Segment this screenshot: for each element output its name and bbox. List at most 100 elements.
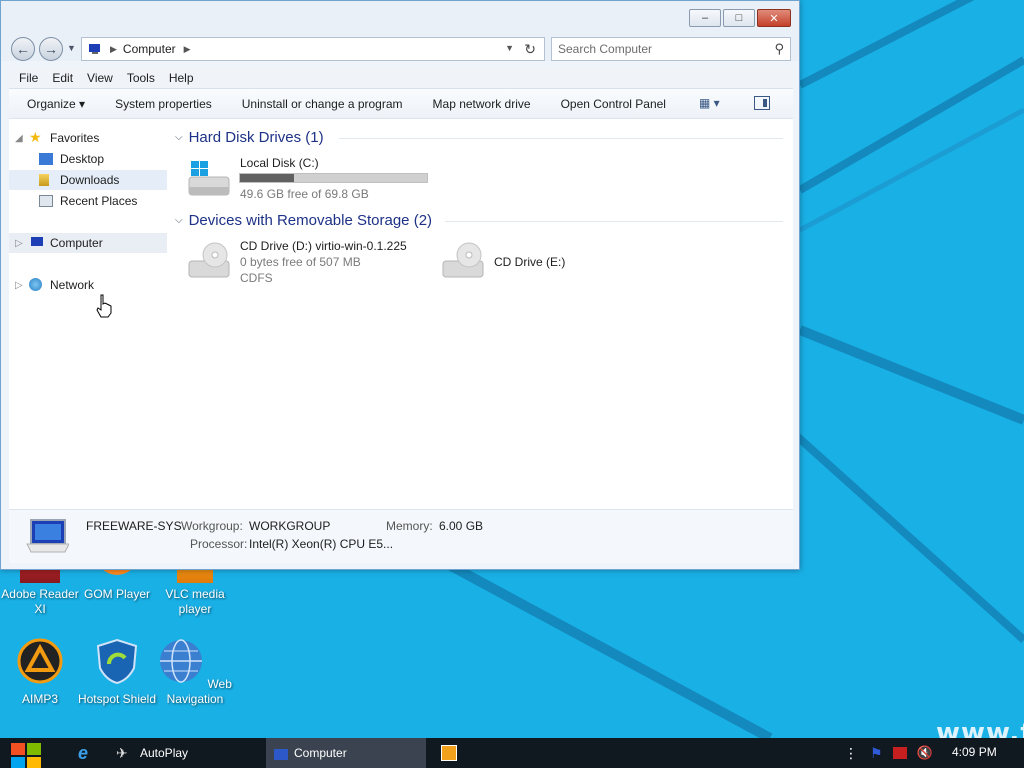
autoplay-icon: ✈ xyxy=(116,745,128,761)
breadcrumb-chevron-icon[interactable]: ▶ xyxy=(184,44,191,55)
drive-d-name: CD Drive (D:) virtio-win-0.1.225 xyxy=(240,239,407,253)
nav-item-network[interactable]: ▷ Network xyxy=(9,275,167,295)
drive-c-usage-bar xyxy=(239,173,428,183)
title-bar[interactable]: – □ ✕ xyxy=(1,1,799,33)
open-control-panel-button[interactable]: Open Control Panel xyxy=(561,97,666,111)
close-button[interactable]: ✕ xyxy=(757,9,791,27)
desktop-folder-icon xyxy=(39,153,53,165)
details-pane: FREEWARE-SYS Workgroup: WORKGROUP Memory… xyxy=(9,509,793,563)
downloads-folder-icon xyxy=(39,174,49,186)
taskbar-autoplay[interactable]: ✈ AutoPlay xyxy=(110,738,260,768)
minimize-button[interactable]: – xyxy=(689,9,721,27)
hand-cursor-icon xyxy=(96,294,112,318)
network-status-icon[interactable] xyxy=(892,747,907,759)
map-network-drive-button[interactable]: Map network drive xyxy=(433,97,531,111)
drive-c-usage-fill xyxy=(240,174,295,182)
back-button[interactable]: ← xyxy=(11,37,35,61)
menu-file[interactable]: File xyxy=(19,71,38,85)
change-view-icon[interactable]: ▦ ▾ xyxy=(699,96,720,110)
address-row: ← → ▼ ▶ Computer ▶ ▼ ↻ Search Computer ⚲ xyxy=(1,33,799,61)
search-icon[interactable]: ⚲ xyxy=(774,41,784,57)
nav-item-recent-places[interactable]: Recent Places xyxy=(9,191,167,211)
nav-item-desktop[interactable]: Desktop xyxy=(9,149,167,169)
forward-button[interactable]: → xyxy=(39,37,63,61)
taskbar-media-player[interactable] xyxy=(436,738,462,768)
desktop-icon-aimp[interactable]: AIMP3 xyxy=(0,638,80,707)
globe-icon xyxy=(160,639,203,683)
refresh-icon[interactable]: ↻ xyxy=(524,41,536,58)
workgroup-label: Workgroup: xyxy=(181,519,243,533)
menu-bar: File Edit View Tools Help xyxy=(9,67,793,89)
internet-explorer-icon: e xyxy=(77,742,88,763)
command-bar: Organize ▾ System properties Uninstall o… xyxy=(9,89,793,119)
group-header-hard-disk-drives[interactable]: ⌵ Hard Disk Drives (1) xyxy=(175,129,324,146)
volume-muted-icon[interactable]: 🔇 xyxy=(917,745,933,761)
star-icon: ★ xyxy=(29,129,42,145)
computer-icon xyxy=(89,44,100,54)
expand-arrow-icon[interactable]: ▷ xyxy=(15,280,23,291)
cd-drive-icon xyxy=(188,242,230,278)
address-dropdown-icon[interactable]: ▼ xyxy=(505,43,514,53)
explorer-window: – □ ✕ ← → ▼ ▶ Computer ▶ ▼ ↻ Search Comp… xyxy=(0,0,800,570)
group-header-removable-storage[interactable]: ⌵ Devices with Removable Storage (2) xyxy=(175,212,432,229)
menu-edit[interactable]: Edit xyxy=(52,71,73,85)
collapse-arrow-icon[interactable]: ◢ xyxy=(15,133,23,144)
content-area: ◢ ★ Favorites Desktop Downloads Recent P… xyxy=(9,119,793,509)
uninstall-program-button[interactable]: Uninstall or change a program xyxy=(242,97,403,111)
memory-label: Memory: xyxy=(386,519,433,533)
computer-name: FREEWARE-SYS xyxy=(86,519,182,533)
processor-label: Processor: xyxy=(190,537,248,551)
hotspot-shield-icon xyxy=(96,638,138,685)
drive-c-name: Local Disk (C:) xyxy=(240,156,319,170)
arrow-right-icon: → xyxy=(44,41,58,57)
computer-icon xyxy=(274,748,288,760)
network-icon xyxy=(29,278,42,291)
cd-drive-icon xyxy=(442,242,484,278)
taskbar-computer[interactable]: Computer xyxy=(266,738,426,768)
aimp-icon xyxy=(17,638,63,684)
system-properties-button[interactable]: System properties xyxy=(115,97,212,111)
drive-e-name: CD Drive (E:) xyxy=(494,255,566,269)
computer-icon xyxy=(31,237,43,246)
recent-places-icon xyxy=(39,195,53,207)
desktop-icon-web-navigation[interactable]: Web Navigation xyxy=(155,638,235,707)
overflow-icon[interactable]: ⋮ xyxy=(844,745,858,762)
menu-view[interactable]: View xyxy=(87,71,113,85)
organize-button[interactable]: Organize ▾ xyxy=(27,97,85,111)
address-bar[interactable]: ▶ Computer ▶ ▼ ↻ xyxy=(81,37,545,61)
computer-monitor-icon xyxy=(26,519,69,553)
preview-pane-icon[interactable] xyxy=(754,96,770,110)
recent-pages-dropdown[interactable]: ▼ xyxy=(67,43,76,53)
desktop-icon-hotspot-shield[interactable]: Hotspot Shield xyxy=(77,638,157,707)
navigation-pane: ◢ ★ Favorites Desktop Downloads Recent P… xyxy=(9,119,169,509)
drive-d-free: 0 bytes free of 507 MB xyxy=(240,255,361,269)
group-divider xyxy=(445,221,783,222)
taskbar-ie[interactable]: e xyxy=(66,738,100,768)
drive-d-filesystem: CDFS xyxy=(240,271,273,285)
menu-tools[interactable]: Tools xyxy=(127,71,155,85)
watermark: www.fr xyxy=(936,718,1024,738)
processor-value: Intel(R) Xeon(R) CPU E5... xyxy=(249,537,394,551)
search-input[interactable]: Search Computer ⚲ xyxy=(551,37,791,61)
breadcrumb-computer[interactable]: Computer xyxy=(123,42,176,56)
clock[interactable]: 4:09 PM xyxy=(952,745,997,759)
nav-item-downloads[interactable]: Downloads xyxy=(9,170,167,190)
nav-item-favorites[interactable]: ◢ ★ Favorites xyxy=(9,128,167,148)
drive-c-free: 49.6 GB free of 69.8 GB xyxy=(240,187,369,201)
nav-item-computer[interactable]: ▷ Computer xyxy=(9,233,167,253)
breadcrumb-separator-icon[interactable]: ▶ xyxy=(110,44,117,55)
maximize-button[interactable]: □ xyxy=(723,9,755,27)
system-tray: ⋮ ⚑ 🔇 xyxy=(844,738,933,768)
start-button[interactable] xyxy=(10,742,42,768)
media-player-icon xyxy=(441,745,457,761)
windows-drive-icon xyxy=(188,161,230,196)
chevron-down-icon[interactable]: ⌵ xyxy=(175,132,183,143)
arrow-left-icon: ← xyxy=(16,41,30,57)
expand-arrow-icon[interactable]: ▷ xyxy=(15,238,23,249)
menu-help[interactable]: Help xyxy=(169,71,194,85)
memory-value: 6.00 GB xyxy=(439,519,484,533)
chevron-down-icon[interactable]: ⌵ xyxy=(175,215,183,226)
taskbar: e ✈ AutoPlay Computer ⋮ ⚑ 🔇 4:09 PM xyxy=(0,738,1024,768)
workgroup-value: WORKGROUP xyxy=(249,519,331,533)
action-center-flag-icon[interactable]: ⚑ xyxy=(870,745,883,762)
